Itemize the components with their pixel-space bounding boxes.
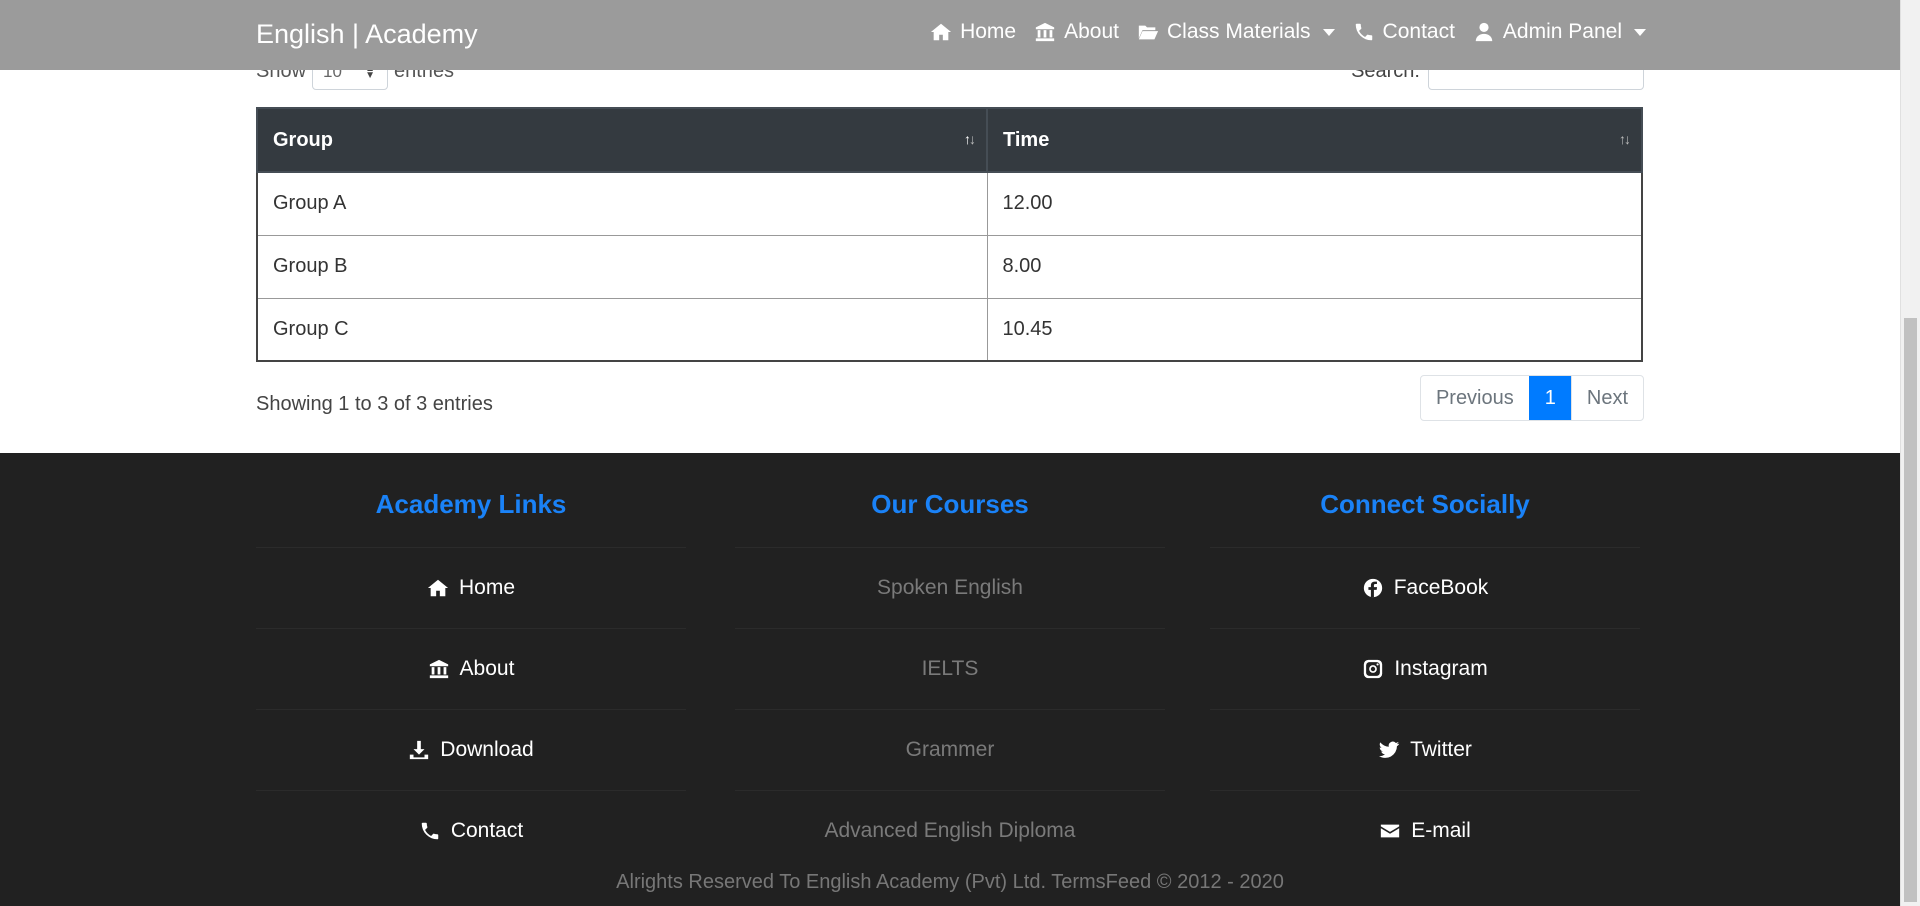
sort-icon: ↑↓ bbox=[1619, 131, 1631, 147]
nav-class-materials[interactable]: Class Materials bbox=[1137, 20, 1335, 44]
home-icon bbox=[427, 579, 449, 597]
column-header-label: Group bbox=[273, 128, 333, 151]
footer-column-title: Academy Links bbox=[256, 489, 686, 533]
phone-icon bbox=[421, 822, 439, 840]
nav-about[interactable]: About bbox=[1034, 20, 1119, 44]
top-navbar: English | Academy Home About Class Mater… bbox=[0, 0, 1900, 70]
social-link-facebook[interactable]: FaceBook bbox=[1210, 547, 1640, 628]
download-icon bbox=[410, 740, 429, 760]
nav-admin-panel[interactable]: Admin Panel bbox=[1473, 20, 1646, 44]
course-item: IELTS bbox=[735, 628, 1165, 709]
social-link-label: FaceBook bbox=[1393, 576, 1489, 599]
column-header-label: Time bbox=[1003, 128, 1050, 151]
user-icon bbox=[1475, 22, 1493, 42]
phone-icon bbox=[1355, 23, 1372, 41]
nav-about-label: About bbox=[1064, 20, 1119, 43]
table-info: Showing 1 to 3 of 3 entries bbox=[256, 393, 493, 415]
pagination: Previous 1 Next bbox=[1419, 375, 1644, 421]
footer-link-label: About bbox=[459, 657, 515, 680]
chevron-down-icon bbox=[1322, 28, 1335, 36]
footer-link-label: Contact bbox=[450, 819, 524, 842]
page-1-button[interactable]: 1 bbox=[1528, 376, 1571, 420]
social-link-label: Twitter bbox=[1410, 738, 1472, 761]
cell-time: 10.45 bbox=[986, 297, 1643, 362]
nav-links: Home About Class Materials Contact Admin… bbox=[930, 20, 1646, 44]
course-item: Spoken English bbox=[735, 547, 1165, 628]
footer-column-title: Connect Socially bbox=[1210, 489, 1640, 533]
footer-link-download[interactable]: Download bbox=[256, 709, 686, 790]
bank-icon bbox=[1035, 22, 1055, 42]
scrollbar-thumb[interactable] bbox=[1904, 318, 1917, 902]
vertical-scrollbar[interactable] bbox=[1900, 0, 1920, 906]
nav-admin-panel-label: Admin Panel bbox=[1502, 20, 1622, 43]
nav-contact-label: Contact bbox=[1382, 20, 1455, 43]
footer-link-label: Home bbox=[458, 576, 516, 599]
home-icon bbox=[930, 23, 952, 41]
footer-courses: Our Courses Spoken English IELTS Grammer… bbox=[735, 453, 1165, 871]
brand-link[interactable]: English | Academy bbox=[256, 19, 478, 50]
nav-home-label: Home bbox=[960, 20, 1017, 43]
social-link-label: Instagram bbox=[1394, 657, 1488, 680]
table-header-row: Group ↑↓ Time ↑↓ bbox=[256, 107, 1643, 173]
social-link-twitter[interactable]: Twitter bbox=[1210, 709, 1640, 790]
cell-group: Group C bbox=[256, 297, 988, 362]
twitter-icon bbox=[1378, 741, 1400, 758]
envelope-icon bbox=[1381, 824, 1400, 838]
cell-time: 12.00 bbox=[986, 171, 1643, 236]
table-row: Group C 10.45 bbox=[256, 297, 1643, 362]
social-link-instagram[interactable]: Instagram bbox=[1210, 628, 1640, 709]
next-page-button[interactable]: Next bbox=[1570, 376, 1643, 420]
footer-link-contact[interactable]: Contact bbox=[256, 790, 686, 871]
footer: Academy Links Home About Download Contac… bbox=[0, 453, 1900, 906]
column-header-time[interactable]: Time ↑↓ bbox=[986, 107, 1643, 173]
instagram-icon bbox=[1364, 659, 1383, 679]
social-link-label: E-mail bbox=[1411, 819, 1471, 842]
folder-open-icon bbox=[1138, 25, 1159, 40]
footer-link-home[interactable]: Home bbox=[256, 547, 686, 628]
cell-time: 8.00 bbox=[986, 234, 1643, 299]
footer-social: Connect Socially FaceBook Instagram Twit… bbox=[1210, 453, 1640, 871]
academy-links-title: Academy Links bbox=[375, 489, 567, 519]
column-header-group[interactable]: Group ↑↓ bbox=[256, 107, 988, 173]
cell-group: Group A bbox=[256, 171, 988, 236]
sort-ascending-icon: ↑↓ bbox=[964, 131, 976, 147]
course-item: Advanced English Diploma bbox=[735, 790, 1165, 871]
footer-link-label: Download bbox=[440, 738, 534, 761]
courses-title: Our Courses bbox=[871, 489, 1029, 519]
previous-page-button[interactable]: Previous bbox=[1421, 376, 1529, 420]
facebook-icon bbox=[1363, 578, 1382, 598]
bank-icon bbox=[429, 659, 448, 679]
cell-group: Group B bbox=[256, 234, 988, 299]
table-row: Group B 8.00 bbox=[256, 234, 1643, 299]
copyright-text: Alrights Reserved To English Academy (Pv… bbox=[616, 871, 1284, 893]
nav-class-materials-label: Class Materials bbox=[1167, 20, 1311, 43]
nav-home[interactable]: Home bbox=[930, 20, 1016, 44]
footer-academy-links: Academy Links Home About Download Contac… bbox=[256, 453, 686, 871]
footer-column-title: Our Courses bbox=[735, 489, 1165, 533]
groups-table: Group ↑↓ Time ↑↓ Group A 12.00 Group B 8… bbox=[256, 107, 1643, 362]
chevron-down-icon bbox=[1634, 28, 1646, 36]
footer-link-about[interactable]: About bbox=[256, 628, 686, 709]
social-link-email[interactable]: E-mail bbox=[1210, 790, 1640, 871]
nav-contact[interactable]: Contact bbox=[1353, 20, 1455, 44]
table-row: Group A 12.00 bbox=[256, 171, 1643, 236]
course-item: Grammer bbox=[735, 709, 1165, 790]
page: English | Academy Home About Class Mater… bbox=[0, 0, 1900, 906]
social-title: Connect Socially bbox=[1320, 489, 1530, 519]
